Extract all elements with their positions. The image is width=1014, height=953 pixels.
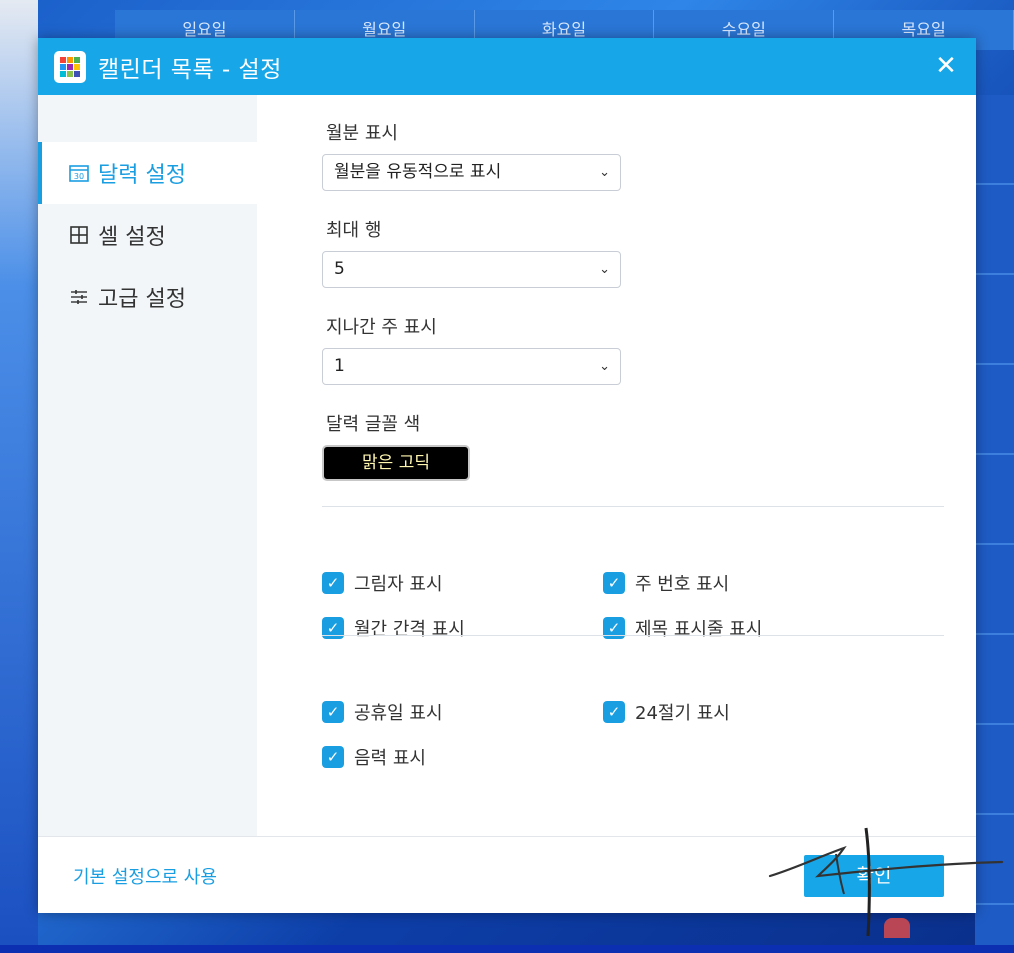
section-divider	[322, 635, 944, 636]
checkbox-label: 24절기 표시	[635, 703, 730, 724]
checkmark-icon: ✓	[603, 701, 625, 723]
checkmark-icon: ✓	[322, 746, 344, 768]
past-weeks-value: 1	[334, 356, 345, 376]
ok-button[interactable]: 확인	[804, 855, 944, 897]
checkbox-label: 월간 간격 표시	[354, 619, 465, 640]
grid-icon	[68, 226, 90, 244]
close-icon[interactable]: ✕	[932, 52, 960, 80]
checkbox-title-bar[interactable]: ✓ 제목 표시줄 표시	[603, 615, 762, 641]
window-bottom-edge	[0, 945, 1014, 953]
sidebar-item-label: 고급 설정	[98, 287, 186, 312]
footer-divider	[38, 836, 976, 837]
font-color-label: 달력 글꼴 색	[326, 414, 421, 435]
checkbox-shadow[interactable]: ✓ 그림자 표시	[322, 570, 443, 596]
checkbox-label: 음력 표시	[354, 748, 426, 769]
settings-sidebar: 30 달력 설정 셀 설정 고급 설정	[38, 95, 257, 836]
checkmark-icon: ✓	[322, 572, 344, 594]
svg-text:30: 30	[74, 172, 84, 181]
chevron-down-icon: ⌄	[599, 359, 610, 374]
section-divider	[322, 506, 944, 507]
dialog-titlebar: 캘린더 목록 - 설정 ✕	[38, 38, 976, 95]
sidebar-item-label: 셀 설정	[98, 225, 166, 250]
checkbox-label: 공휴일 표시	[354, 703, 443, 724]
calendar-icon: 30	[68, 164, 90, 182]
settings-dialog: 캘린더 목록 - 설정 ✕ 30 달력 설정 셀 설정 고급 설정 월분 표시 …	[38, 38, 1004, 938]
font-color-button[interactable]: 맑은 고딕	[322, 445, 470, 481]
checkbox-lunar[interactable]: ✓ 음력 표시	[322, 744, 426, 770]
checkbox-label: 제목 표시줄 표시	[635, 619, 763, 640]
sidebar-item-label: 달력 설정	[98, 163, 186, 188]
checkmark-icon: ✓	[603, 572, 625, 594]
max-rows-value: 5	[334, 259, 345, 279]
sidebar-item-calendar-settings[interactable]: 30 달력 설정	[38, 142, 257, 204]
chevron-down-icon: ⌄	[599, 165, 610, 180]
month-display-value: 월분을 유동적으로 표시	[334, 162, 502, 182]
max-rows-label: 최대 행	[326, 220, 382, 241]
sidebar-item-cell-settings[interactable]: 셀 설정	[38, 204, 257, 266]
background-calendar-grid	[975, 95, 1014, 945]
checkbox-month-gap[interactable]: ✓ 월간 간격 표시	[322, 615, 465, 641]
checkbox-label: 그림자 표시	[354, 574, 443, 595]
checkmark-icon: ✓	[322, 701, 344, 723]
month-display-label: 월분 표시	[326, 123, 398, 144]
sliders-icon	[68, 289, 90, 305]
month-display-select[interactable]: 월분을 유동적으로 표시 ⌄	[322, 154, 621, 191]
checkbox-label: 주 번호 표시	[635, 574, 730, 595]
past-weeks-select[interactable]: 1 ⌄	[322, 348, 621, 385]
max-rows-select[interactable]: 5 ⌄	[322, 251, 621, 288]
desktop-background-left	[0, 0, 38, 953]
dialog-title: 캘린더 목록 - 설정	[98, 56, 282, 83]
checkbox-holidays[interactable]: ✓ 공휴일 표시	[322, 699, 443, 725]
past-weeks-label: 지나간 주 표시	[326, 317, 437, 338]
sidebar-item-advanced-settings[interactable]: 고급 설정	[38, 266, 257, 328]
chevron-down-icon: ⌄	[599, 262, 610, 277]
reset-defaults-link[interactable]: 기본 설정으로 사용	[73, 863, 217, 889]
checkbox-solar-terms[interactable]: ✓ 24절기 표시	[603, 699, 730, 725]
app-calendar-icon	[54, 50, 86, 83]
checkbox-week-number[interactable]: ✓ 주 번호 표시	[603, 570, 729, 596]
